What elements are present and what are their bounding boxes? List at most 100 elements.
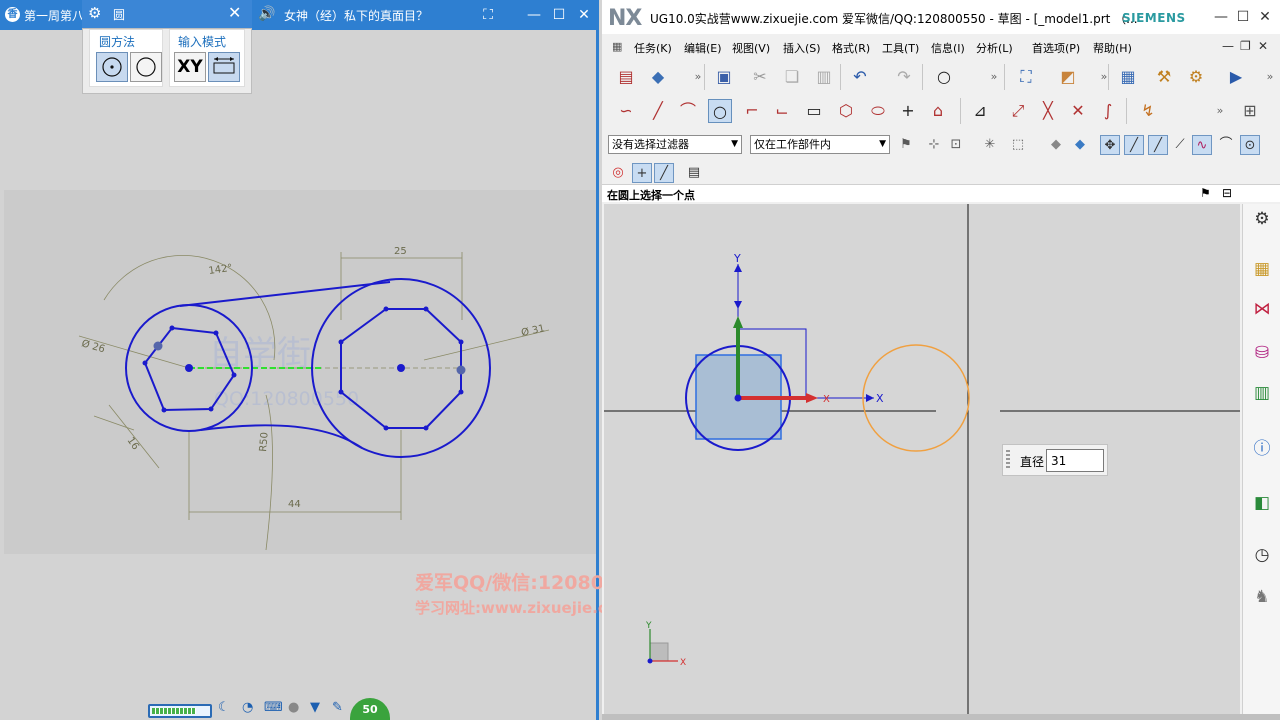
menu-analysis[interactable]: 分析(L) [976,40,1013,56]
collapse-icon[interactable]: ⊟ [1222,186,1232,200]
maximize-icon[interactable]: ☐ [549,5,569,25]
list-icon[interactable]: ▤ [684,163,704,183]
select-all-icon[interactable]: ⊹ [924,135,944,155]
history-icon[interactable]: ◷ [1249,542,1275,568]
chamfer-icon[interactable]: ⌙ [770,99,794,123]
close-icon[interactable]: ✕ [1256,8,1274,26]
part-navigator-icon[interactable]: ▦ [1249,256,1275,282]
roles-icon[interactable]: ♞ [1249,584,1275,610]
minimize-icon[interactable]: — [524,5,544,25]
make-corner-icon[interactable]: ∫ [1096,99,1120,123]
tool-icon[interactable]: ⚒ [1152,65,1176,89]
paste-icon[interactable]: ▥ [812,65,836,89]
offset-curve-icon[interactable]: ⌂ [926,99,950,123]
wrench-icon[interactable]: ✎ [332,700,343,715]
copy-icon[interactable]: ❏ [780,65,804,89]
assembly-navigator-icon[interactable]: ⋈ [1249,296,1275,322]
selection-filter-dropdown[interactable]: 没有选择过滤器 ▼ [608,135,742,154]
split-icon[interactable]: ✕ [1066,99,1090,123]
polygon-icon[interactable]: ⬡ [834,99,858,123]
more-icon[interactable]: » [1208,99,1232,123]
sketch-canvas[interactable]: X Y X Y X [604,204,1240,714]
fillet-icon[interactable]: ⌐ [740,99,764,123]
menu-tools[interactable]: 工具(T) [882,40,919,56]
doc-close-icon[interactable]: ✕ [1258,39,1268,53]
graphics-window[interactable]: X Y X Y X 直径 31 [604,204,1240,714]
count-badge[interactable]: 50 [350,698,390,720]
diameter-input[interactable] [1046,449,1104,472]
constraint-icon[interactable]: ⊞ [1238,99,1262,123]
library-icon[interactable]: ▥ [1249,380,1275,406]
circle-tool-icon[interactable]: ○ [932,65,956,89]
new-file-icon[interactable]: ▤ [614,65,638,89]
palette-icon[interactable]: ◧ [1249,490,1275,516]
end-point-snap-icon[interactable]: ✥ [1100,135,1120,155]
user-icon[interactable]: ● [288,700,299,715]
open-part-icon[interactable]: ◆ [646,65,670,89]
menu-view[interactable]: 视图(V) [732,40,770,56]
measure-icon[interactable]: ⚙ [1184,65,1208,89]
more-icon[interactable]: » [1258,65,1280,89]
center-point-circle-button[interactable] [96,52,128,82]
more-icon[interactable]: » [1092,65,1116,89]
moon-icon[interactable]: ☾ [218,700,230,715]
minimize-icon[interactable]: — [1212,8,1230,26]
cut-icon[interactable]: ✂ [748,65,772,89]
layer-icon[interactable]: ◩ [1056,65,1080,89]
menu-task[interactable]: 任务(K) [634,40,672,56]
circle-center-point[interactable] [734,394,742,402]
assembly-icon[interactable]: ▦ [1116,65,1140,89]
doc-restore-icon[interactable]: ❐ [1240,39,1251,53]
deselect-icon[interactable]: ✳ [980,135,1000,155]
line-icon[interactable]: ╱ [646,99,670,123]
profile-icon[interactable]: ∽ [614,99,638,123]
add-selection-icon[interactable]: ⊡ [946,135,966,155]
fullscreen-icon[interactable]: ⛶ [478,5,498,25]
menu-help[interactable]: 帮助(H) [1093,40,1132,56]
more-icon[interactable]: » [686,65,710,89]
quick-trim-icon[interactable]: ⊿ [968,99,992,123]
doc-minimize-icon[interactable]: — [1222,39,1234,53]
circle-icon[interactable]: ○ [708,99,732,123]
fit-view-icon[interactable]: ⛶ [1014,65,1038,89]
gear-icon[interactable]: ⚙ [88,4,101,22]
scope-dropdown[interactable]: 仅在工作部件内 ▼ [750,135,890,154]
flag-icon[interactable]: ⚑ [1200,186,1211,200]
filter-icon[interactable]: ⚑ [896,135,916,155]
body-icon[interactable]: ◆ [1070,135,1090,155]
menu-preferences[interactable]: 首选项(P) [1032,40,1080,56]
volume-icon[interactable]: 🔊 [258,6,275,22]
menu-grid-icon[interactable]: ▦ [612,40,622,53]
signal-icon[interactable]: ◔ [242,700,253,715]
more-icon[interactable]: » [982,65,1006,89]
target-icon[interactable]: ◎ [608,163,628,183]
point-snap-icon[interactable]: + [632,163,652,183]
point-icon[interactable]: + [896,99,920,123]
rectangle-select-icon[interactable]: ⬚ [1008,135,1028,155]
tangent-snap-icon[interactable]: ⌒ [1216,135,1236,155]
mid-point-snap-icon[interactable]: ╱ [1124,135,1144,155]
arc-icon[interactable]: ⌒ [676,99,700,123]
coordinate-mode-button[interactable]: XY [174,52,206,82]
nx-title-bar[interactable]: NX UG10.0实战营www.zixuejie.com 爱军微信/QQ:120… [602,0,1280,34]
extend-icon[interactable]: ⤢ [1006,99,1030,123]
constraint-navigator-icon[interactable]: ⛁ [1249,340,1275,366]
dimension-icon[interactable]: ↯ [1136,99,1160,123]
intersection-snap-icon[interactable]: ⟋ [1170,135,1190,155]
drag-handle[interactable] [1006,450,1010,470]
menu-insert[interactable]: 插入(S) [783,40,821,56]
three-point-circle-button[interactable] [130,52,162,82]
video-title[interactable]: 女神（经）私下的真面目？ [284,7,428,24]
menu-info[interactable]: 信息(I) [931,40,965,56]
close-icon[interactable]: ✕ [574,5,594,25]
close-icon[interactable]: ✕ [228,3,241,22]
menu-format[interactable]: 格式(R) [832,40,870,56]
web-browser-icon[interactable]: ⓘ [1249,436,1275,462]
maximize-icon[interactable]: ☐ [1234,8,1252,26]
render-icon[interactable]: ▶ [1224,65,1248,89]
settings-icon[interactable]: ⚙ [1249,206,1275,232]
corner-icon[interactable]: ╳ [1036,99,1060,123]
keyboard-icon[interactable]: ⌨ [264,700,283,715]
circle-dialog-header[interactable]: ⚙ 圆 ✕ [82,0,252,28]
line-snap-icon[interactable]: ╱ [654,163,674,183]
